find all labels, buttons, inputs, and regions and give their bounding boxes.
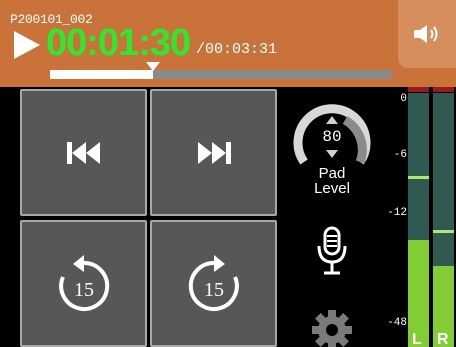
forward-15-icon: 15 xyxy=(188,254,239,311)
right-channel-label: R xyxy=(437,331,449,347)
left-meter xyxy=(408,93,429,347)
left-meter-peak xyxy=(408,176,429,180)
pad-value: 80 xyxy=(322,128,342,146)
right-meter-peak xyxy=(433,229,454,233)
forward-15-label: 15 xyxy=(204,279,224,301)
progress-marker[interactable] xyxy=(145,62,160,71)
left-channel-label: L xyxy=(412,331,422,347)
play-icon[interactable] xyxy=(14,31,40,59)
back-15-label: 15 xyxy=(74,279,94,301)
progress-fill xyxy=(50,70,153,79)
replay-15-icon: 15 xyxy=(58,254,109,311)
microphone-icon xyxy=(317,226,347,275)
back-15-button[interactable]: 15 xyxy=(20,220,147,347)
playback-header: P200101_002 00:01:30 /00:03:31 xyxy=(0,0,456,87)
scale-minus-12: -12 xyxy=(387,207,407,219)
current-time: 00:01:30 xyxy=(46,22,191,64)
skip-forward-icon xyxy=(197,141,231,164)
gear-icon xyxy=(312,310,352,347)
speaker-icon xyxy=(414,25,438,43)
pad-level-knob[interactable]: 80 Pad Level xyxy=(290,102,374,212)
scale-minus-6: -6 xyxy=(393,149,407,161)
progress-bar[interactable] xyxy=(50,62,392,79)
right-meter xyxy=(433,93,454,347)
pad-label-line2: Level xyxy=(314,180,350,197)
left-clip-indicator xyxy=(408,87,429,92)
skip-back-icon xyxy=(66,141,100,164)
speaker-button[interactable] xyxy=(398,0,456,68)
scale-minus-48: -48 xyxy=(387,317,407,329)
pad-label: Pad Level xyxy=(290,166,374,196)
mic-button[interactable] xyxy=(315,226,349,276)
forward-15-button[interactable]: 15 xyxy=(150,220,277,347)
skip-forward-button[interactable] xyxy=(150,89,277,216)
total-time: /00:03:31 xyxy=(196,41,278,58)
right-clip-indicator xyxy=(433,87,454,92)
scale-0: 0 xyxy=(400,93,407,105)
pad-label-line1: Pad xyxy=(318,165,346,182)
settings-button[interactable] xyxy=(310,308,354,347)
skip-back-button[interactable] xyxy=(20,89,147,216)
level-meters: 0 -6 -12 -48 L R xyxy=(385,87,456,347)
